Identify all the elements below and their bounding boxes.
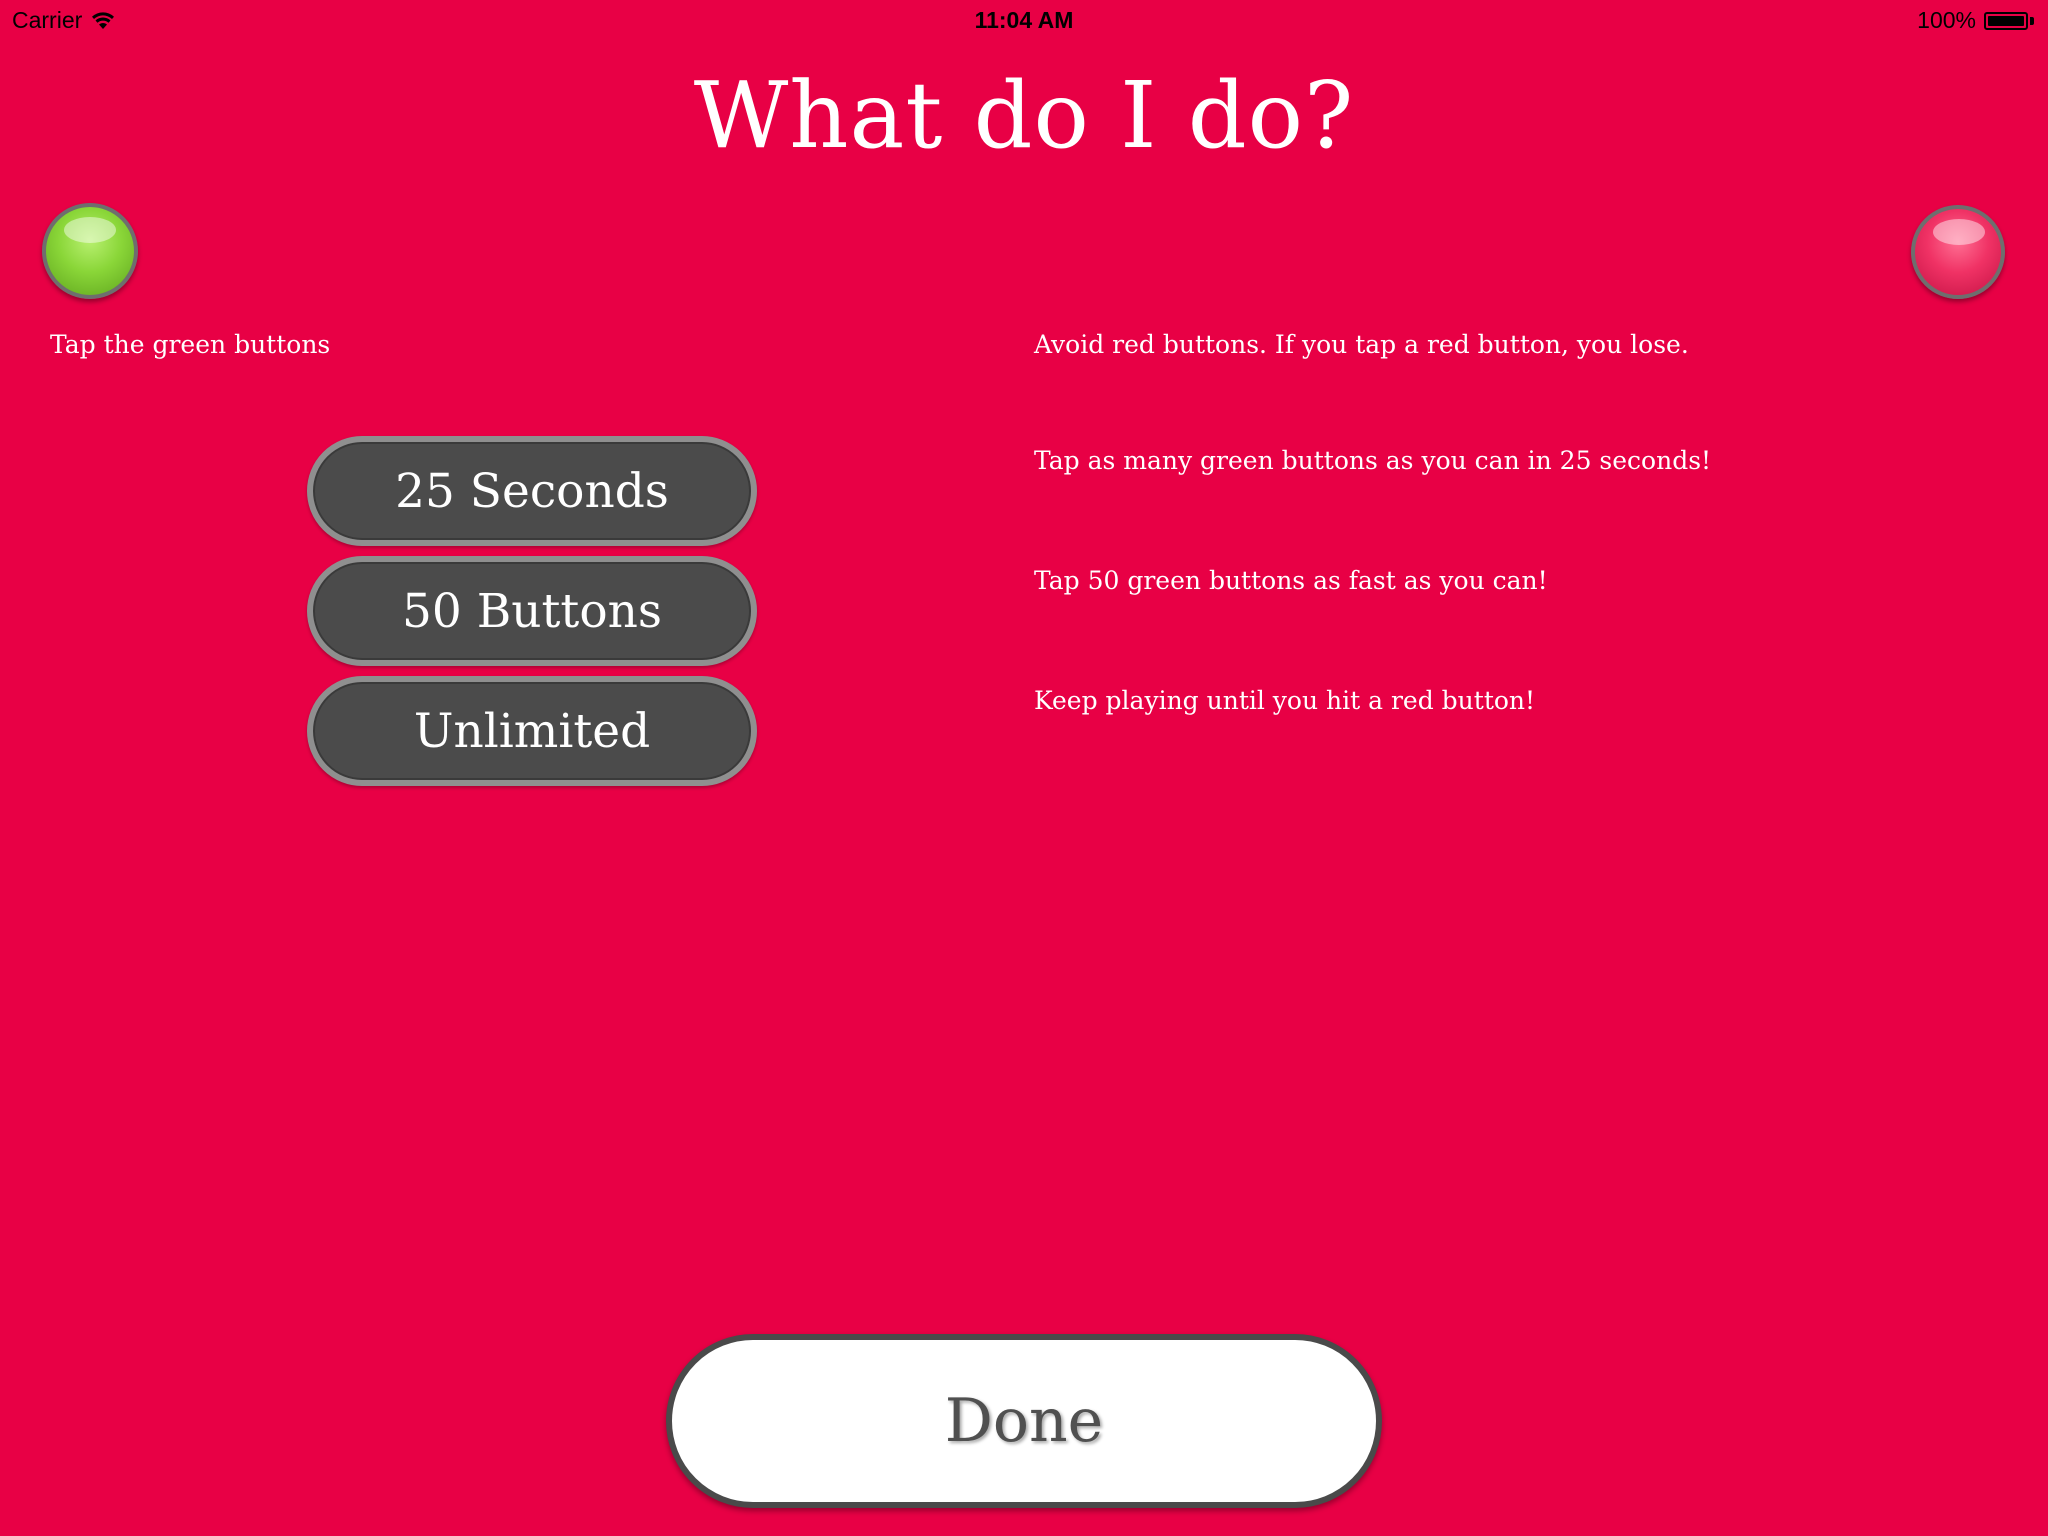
mode-50-buttons-button[interactable]: 50 Buttons <box>307 556 757 666</box>
battery-percent: 100% <box>1917 7 1976 33</box>
green-instruction: Tap the green buttons <box>50 330 331 359</box>
mode-25-seconds-button[interactable]: 25 Seconds <box>307 436 757 546</box>
red-instruction: Avoid red buttons. If you tap a red butt… <box>1034 330 1689 359</box>
done-label: Done <box>944 1386 1104 1456</box>
green-button-icon <box>42 203 138 299</box>
page-title: What do I do? <box>693 62 1355 169</box>
status-time: 11:04 AM <box>974 7 1074 33</box>
mode-25-seconds-description: Tap as many green buttons as you can in … <box>1034 446 1712 475</box>
battery-indicator: 100% <box>1917 7 2034 34</box>
mode-50-buttons-description: Tap 50 green buttons as fast as you can! <box>1034 566 1548 595</box>
status-bar: Carrier 11:04 AM 100% <box>0 0 2048 40</box>
mode-unlimited-description: Keep playing until you hit a red button! <box>1034 686 1536 715</box>
done-button[interactable]: Done <box>666 1334 1382 1508</box>
red-button-icon <box>1911 205 2005 299</box>
mode-unlimited-button[interactable]: Unlimited <box>307 676 757 786</box>
battery-icon <box>1984 11 2034 31</box>
